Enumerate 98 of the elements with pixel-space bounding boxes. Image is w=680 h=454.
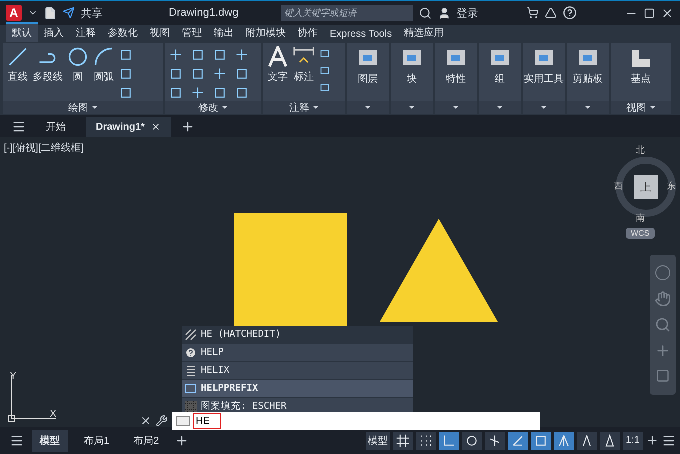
ribbon-tool[interactable]: 多段线 (33, 46, 63, 84)
plus-icon[interactable] (175, 434, 190, 448)
track-icon (511, 434, 525, 448)
ribbon-tab[interactable]: 参数化 (102, 22, 144, 42)
cart-icon[interactable] (526, 7, 539, 19)
maximize-icon[interactable] (644, 8, 656, 18)
ribbon-tool[interactable]: 图层 (356, 46, 380, 86)
ribbon-tab[interactable]: 精选应用 (398, 22, 450, 42)
ribbon-tool[interactable]: 块 (400, 46, 424, 86)
triangle-icon[interactable] (544, 7, 557, 19)
helix-icon (185, 364, 197, 376)
window-icon (185, 382, 197, 394)
letter-icon (267, 46, 289, 68)
help-icon[interactable] (562, 6, 577, 20)
ribbon-tab[interactable]: 插入 (38, 22, 70, 42)
suggestion-item[interactable]: HE (HATCHEDIT) (182, 326, 413, 344)
help-icon (185, 346, 197, 358)
command-input[interactable]: HE (193, 413, 221, 429)
model-button[interactable]: 模型 (366, 432, 390, 450)
panel-title[interactable]: 注释 (263, 101, 345, 114)
ribbon-tool[interactable]: 剪贴板 (573, 46, 603, 86)
ribbon-tool[interactable]: 圆弧 (93, 46, 115, 84)
line-icon[interactable] (7, 46, 29, 68)
zoom-icon[interactable] (655, 317, 671, 333)
arc-icon[interactable] (93, 46, 115, 68)
status-toggle[interactable] (462, 432, 482, 450)
polar-icon (465, 434, 479, 448)
layout-tab[interactable]: 布局2 (126, 430, 168, 452)
ribbon-tool[interactable]: 基点 (629, 46, 653, 86)
ribbon-tab[interactable]: 默认 (6, 22, 38, 42)
circle-icon[interactable] (67, 46, 89, 68)
viewport-label[interactable]: [-][俯视][二维线框] (4, 141, 84, 155)
ribbon-tool[interactable]: 组 (488, 46, 512, 86)
ribbon-tab[interactable]: 输出 (208, 22, 240, 42)
plus-icon[interactable] (180, 120, 195, 134)
compass-label: 东 (667, 180, 676, 193)
close-icon[interactable] (140, 415, 152, 427)
ucs-axis-drawing (8, 373, 58, 423)
steering-wheel-icon[interactable] (655, 265, 671, 281)
search-field[interactable]: 键入关键字或短语 (280, 5, 413, 21)
menu-icon[interactable] (662, 434, 676, 448)
panel-title[interactable]: 修改 (165, 101, 261, 114)
ribbon-tool[interactable]: 直线 (7, 46, 29, 84)
ribbon-tool[interactable]: 特性 (444, 46, 468, 86)
file-icon[interactable] (44, 6, 57, 20)
document-tab[interactable]: Drawing1* (86, 117, 171, 137)
pattern-icon (185, 400, 197, 412)
axis-label: Y (10, 371, 17, 382)
sign-in-link[interactable]: 登录 (456, 6, 479, 20)
compass-label: 北 (636, 144, 645, 157)
ribbon-tab[interactable]: 注释 (70, 22, 102, 42)
status-toggle[interactable] (577, 432, 597, 450)
ribbon-tab[interactable]: 附加模块 (240, 22, 292, 42)
status-toggle[interactable] (485, 432, 505, 450)
status-toggle[interactable] (554, 432, 574, 450)
user-icon[interactable] (438, 6, 451, 20)
layout-tab[interactable]: 模型 (32, 430, 68, 452)
view-cube[interactable]: 上 (634, 175, 658, 199)
window-title: Drawing1.dwg (169, 7, 239, 19)
panel-title[interactable]: 绘图 (3, 101, 163, 114)
status-toggle[interactable] (600, 432, 620, 450)
osnap-icon (534, 434, 548, 448)
status-toggle[interactable] (416, 432, 436, 450)
terminal-icon (176, 416, 190, 426)
pan-icon[interactable] (655, 291, 671, 307)
status-toggle[interactable] (508, 432, 528, 450)
close-icon[interactable] (150, 122, 161, 132)
search-icon[interactable] (418, 6, 432, 20)
app-logo[interactable]: A (6, 5, 22, 21)
ribbon-tab[interactable]: 视图 (144, 22, 176, 42)
ucs-menu[interactable]: WCS (626, 228, 655, 239)
compass-label: 南 (636, 212, 645, 225)
layout-tab[interactable]: 布局1 (76, 430, 118, 452)
menu-icon[interactable] (10, 434, 24, 448)
close-icon[interactable] (661, 6, 674, 20)
ortho-icon (442, 434, 456, 448)
send-icon[interactable] (63, 7, 75, 19)
snap-icon (419, 434, 433, 448)
status-toggle[interactable] (393, 432, 413, 450)
suggestion-item[interactable]: HELPPREFIX (182, 380, 413, 398)
axis-label: X (50, 409, 57, 420)
menu-icon[interactable] (12, 120, 26, 134)
ribbon-tab[interactable]: 管理 (176, 22, 208, 42)
ribbon-tool[interactable]: 标注 (293, 46, 315, 84)
ribbon-tool[interactable]: 圆 (67, 46, 89, 84)
share-link[interactable]: 共享 (81, 6, 103, 20)
wrench-icon[interactable] (156, 415, 168, 427)
compass-label: 西 (614, 180, 623, 193)
ribbon-tab[interactable]: Express Tools (324, 25, 398, 42)
ribbon-tool[interactable]: 文字 (267, 46, 289, 84)
scale-button[interactable]: 1:1 (623, 432, 643, 450)
ribbon-tab[interactable]: 协作 (292, 22, 324, 42)
status-toggle[interactable] (531, 432, 551, 450)
panel-title[interactable]: 视图 (611, 101, 671, 114)
ribbon-tool[interactable]: 实用工具 (524, 46, 564, 86)
grid-icon (396, 434, 410, 448)
document-tab[interactable]: 开始 (36, 117, 76, 137)
status-toggle[interactable] (439, 432, 459, 450)
